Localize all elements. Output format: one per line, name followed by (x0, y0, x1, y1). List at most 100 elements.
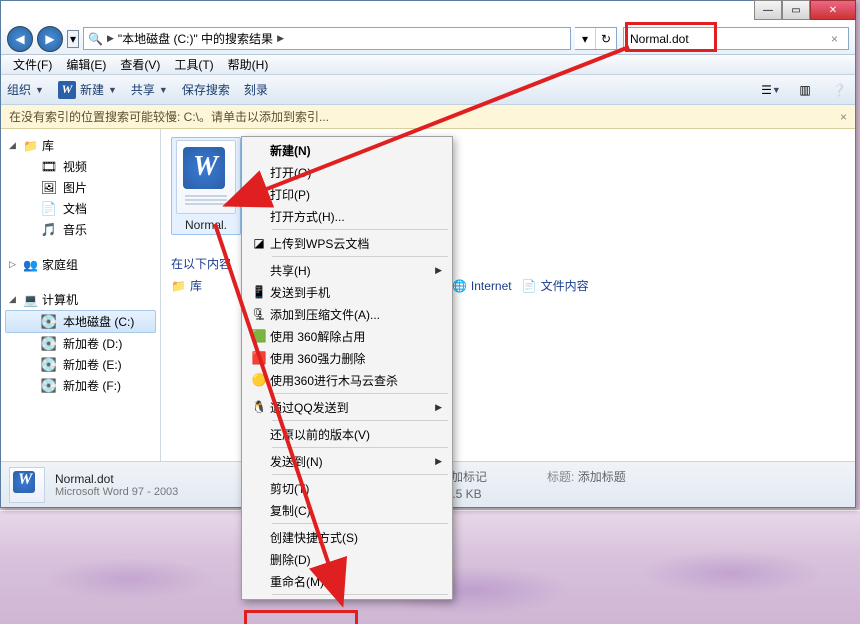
word-doc-icon (9, 467, 45, 503)
new-button[interactable]: W新建▼ (58, 81, 117, 99)
file-item-normal-dot[interactable]: Normal. (171, 137, 241, 235)
context-menu-label: 打开(O) (270, 164, 442, 181)
clear-search-icon[interactable]: × (827, 32, 842, 46)
search-input[interactable] (630, 32, 827, 46)
nav-drive-c[interactable]: 💽本地磁盘 (C:) (5, 310, 156, 333)
context-menu-item[interactable]: 发送到(N)▶ (244, 450, 450, 472)
search-again-libraries[interactable]: 📁库 (171, 277, 202, 294)
minimize-button[interactable]: — (754, 0, 782, 20)
context-menu-item[interactable]: 还原以前的版本(V) (244, 423, 450, 445)
details-title[interactable]: 添加标题 (578, 470, 626, 484)
homegroup-icon: 👥 (23, 258, 38, 272)
nav-libraries[interactable]: ◢📁库 (5, 135, 156, 156)
menu-bar: 文件(F) 编辑(E) 查看(V) 工具(T) 帮助(H) (1, 55, 855, 75)
nav-drive-f[interactable]: 💽新加卷 (F:) (5, 375, 156, 396)
nav-pictures[interactable]: 🖼图片 (5, 177, 156, 198)
help-icon[interactable]: ❔ (829, 80, 849, 100)
context-menu-item[interactable]: ◪上传到WPS云文档 (244, 232, 450, 254)
phone-icon: 📱 (248, 283, 270, 301)
context-menu-label: 使用360进行木马云查杀 (270, 372, 442, 389)
context-menu-item[interactable]: 复制(C) (244, 499, 450, 521)
word-icon: W (58, 81, 76, 99)
context-menu-label: 打开方式(H)... (270, 208, 442, 225)
details-filename: Normal.dot (55, 472, 178, 486)
address-box[interactable]: 🔍 ▶ "本地磁盘 (C:)" 中的搜索结果 ▶ (83, 27, 571, 50)
context-menu-separator (272, 474, 448, 475)
blank-icon (248, 261, 270, 279)
context-menu-item[interactable]: 🟡使用360进行木马云查杀 (244, 369, 450, 391)
pictures-icon: 🖼 (41, 180, 57, 196)
view-options-icon[interactable]: ☰▼ (761, 80, 781, 100)
context-menu-item[interactable]: 📱发送到手机 (244, 281, 450, 303)
context-menu-item[interactable]: 重命名(M) (244, 570, 450, 592)
file-content-icon: 📄 (522, 279, 537, 293)
search-box[interactable]: × (623, 27, 849, 50)
context-menu-item[interactable]: 创建快捷方式(S) (244, 526, 450, 548)
context-menu: 新建(N)打开(O)打印(P)打开方式(H)...◪上传到WPS云文档共享(H)… (241, 136, 453, 600)
drive-icon: 💽 (41, 314, 57, 330)
nav-videos[interactable]: 🎞视频 (5, 156, 156, 177)
context-menu-item[interactable]: 🐧通过QQ发送到▶ (244, 396, 450, 418)
context-menu-item[interactable]: 🟩使用 360解除占用 (244, 325, 450, 347)
search-again-filecontent[interactable]: 📄文件内容 (522, 277, 589, 294)
nav-computer[interactable]: ◢💻计算机 (5, 289, 156, 310)
submenu-arrow-icon: ▶ (435, 402, 442, 413)
nav-music[interactable]: 🎵音乐 (5, 219, 156, 240)
menu-view[interactable]: 查看(V) (114, 54, 166, 75)
blank-icon (248, 550, 270, 568)
preview-pane-icon[interactable]: ▥ (795, 80, 815, 100)
maximize-button[interactable]: ▭ (782, 0, 810, 20)
nav-drive-e[interactable]: 💽新加卷 (E:) (5, 354, 156, 375)
drive-icon: 💽 (41, 378, 57, 394)
context-menu-label: 打印(P) (270, 186, 442, 203)
burn-button[interactable]: 刻录 (244, 81, 268, 98)
wps-icon: ◪ (248, 234, 270, 252)
info-bar-close-icon[interactable]: × (840, 110, 847, 124)
context-menu-item[interactable]: 新建(N) (244, 139, 450, 161)
libraries-icon: 📁 (23, 139, 38, 153)
info-bar-text: 在没有索引的位置搜索可能较慢: C:\。请单击以添加到索引... (9, 108, 329, 125)
refresh-button[interactable]: ↻ (595, 28, 616, 49)
menu-file[interactable]: 文件(F) (7, 54, 58, 75)
drive-icon: 💽 (41, 336, 57, 352)
context-menu-item[interactable]: 删除(D) (244, 548, 450, 570)
context-menu-separator (272, 256, 448, 257)
context-menu-label: 重命名(M) (270, 573, 442, 590)
info-bar[interactable]: 在没有索引的位置搜索可能较慢: C:\。请单击以添加到索引... × (1, 105, 855, 129)
menu-help[interactable]: 帮助(H) (222, 54, 275, 75)
context-menu-item[interactable]: 🟥使用 360强力删除 (244, 347, 450, 369)
forward-button[interactable]: ▶ (37, 26, 63, 52)
search-again-internet[interactable]: 🌐Internet (452, 279, 512, 293)
context-menu-separator (272, 393, 448, 394)
blank-icon (248, 479, 270, 497)
organize-button[interactable]: 组织▼ (7, 81, 44, 98)
context-menu-item[interactable]: 共享(H)▶ (244, 259, 450, 281)
context-menu-label: 上传到WPS云文档 (270, 235, 442, 252)
back-button[interactable]: ◀ (7, 26, 33, 52)
documents-icon: 📄 (41, 201, 57, 217)
context-menu-label: 发送到(N) (270, 453, 435, 470)
computer-icon: 💻 (23, 293, 38, 307)
context-menu-item[interactable]: 打印(P) (244, 183, 450, 205)
context-menu-label: 共享(H) (270, 262, 435, 279)
share-button[interactable]: 共享▼ (131, 81, 168, 98)
libraries-icon: 📁 (171, 279, 186, 293)
nav-drive-d[interactable]: 💽新加卷 (D:) (5, 333, 156, 354)
save-search-button[interactable]: 保存搜索 (182, 81, 230, 98)
blank-icon (248, 163, 270, 181)
context-menu-item[interactable]: 打开(O) (244, 161, 450, 183)
context-menu-separator (272, 523, 448, 524)
close-button[interactable]: ✕ (810, 0, 856, 20)
address-dropdown[interactable]: ▾ (575, 28, 595, 49)
context-menu-item[interactable]: 🗜添加到压缩文件(A)... (244, 303, 450, 325)
nav-history-dropdown[interactable]: ▾ (67, 30, 79, 48)
menu-edit[interactable]: 编辑(E) (60, 54, 112, 75)
address-actions: ▾ ↻ (575, 27, 617, 50)
nav-documents[interactable]: 📄文档 (5, 198, 156, 219)
context-menu-separator (272, 594, 448, 595)
context-menu-item[interactable]: 剪切(T) (244, 477, 450, 499)
menu-tools[interactable]: 工具(T) (168, 54, 219, 75)
context-menu-item[interactable]: 打开方式(H)... (244, 205, 450, 227)
details-filetype: Microsoft Word 97 - 2003 (55, 486, 178, 498)
nav-homegroup[interactable]: ▷👥家庭组 (5, 254, 156, 275)
